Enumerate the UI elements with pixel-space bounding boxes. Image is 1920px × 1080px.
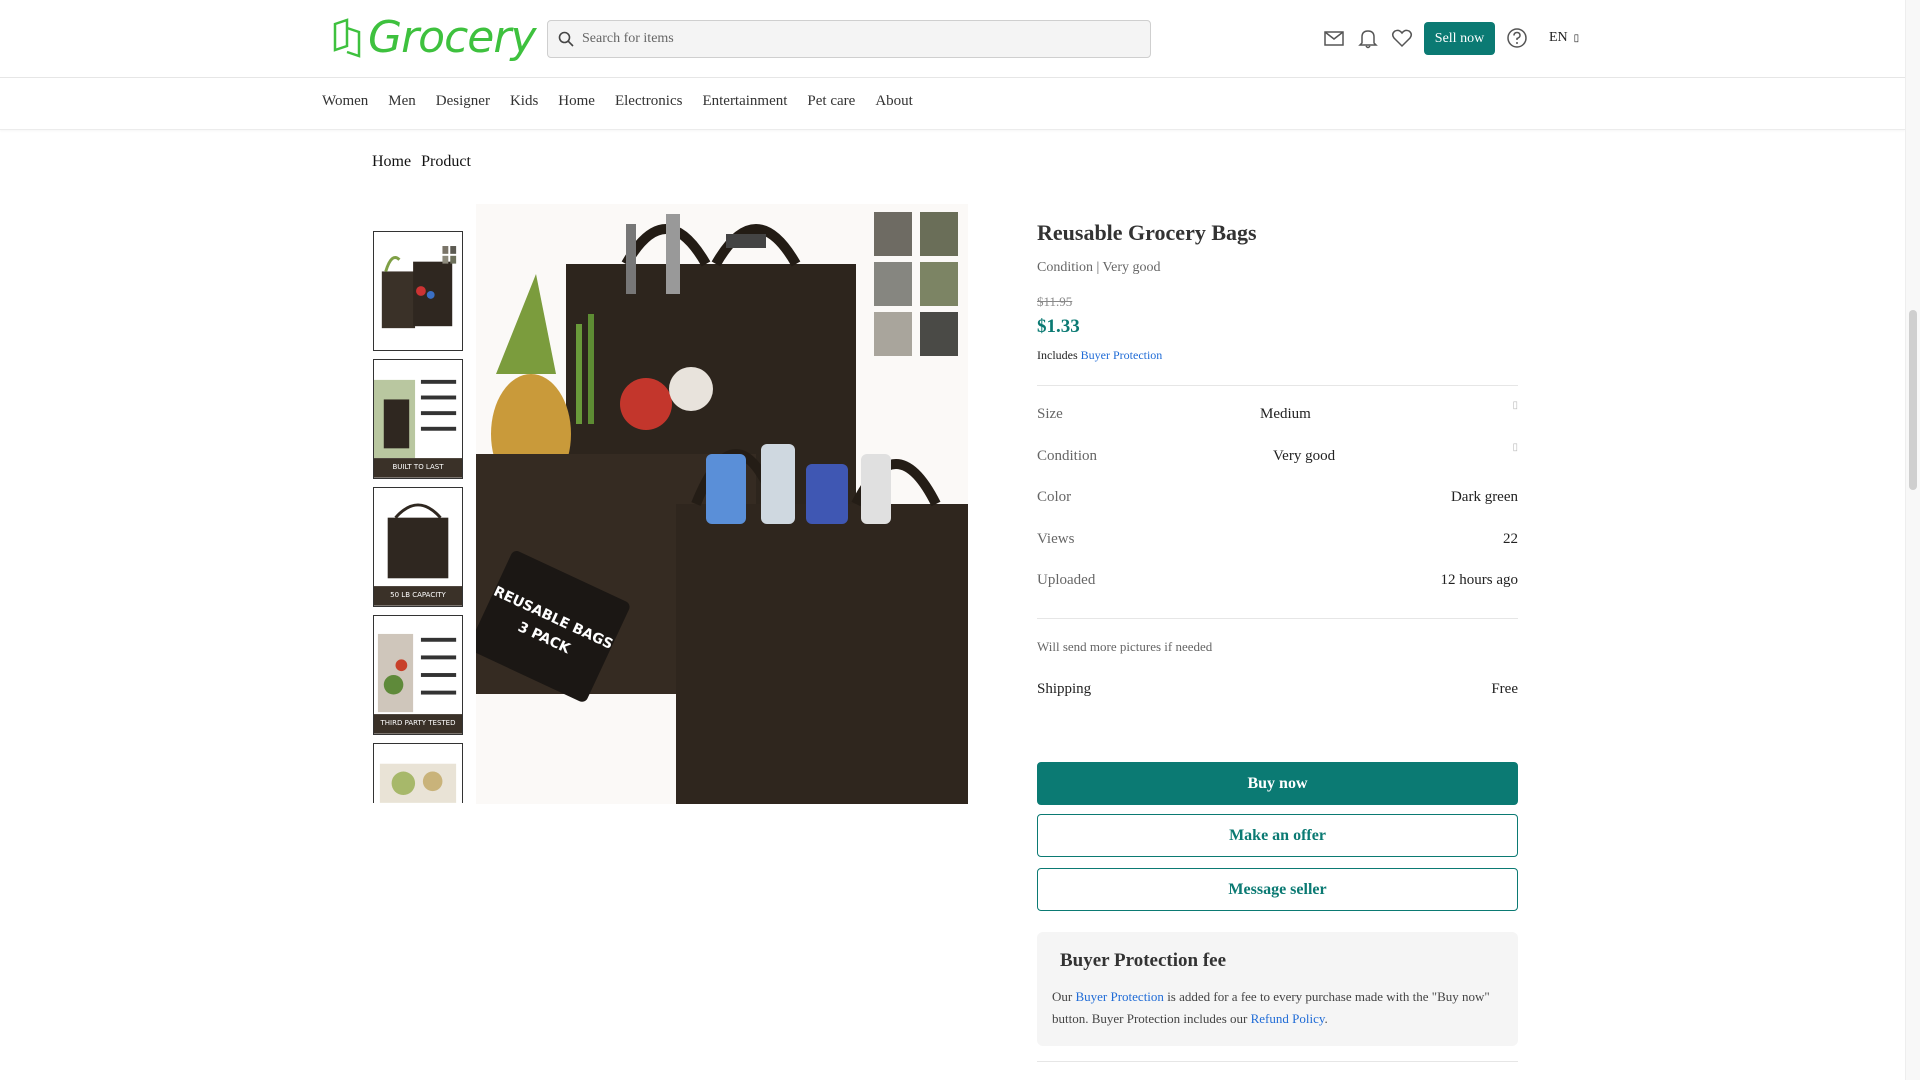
nav-item-electronics[interactable]: Electronics	[615, 93, 682, 110]
breadcrumb-current: Product	[421, 153, 471, 170]
current-price: $1.33	[1037, 316, 1080, 337]
sell-now-button[interactable]: Sell now	[1424, 22, 1495, 55]
product-details: Reusable Grocery Bags Condition | Very g…	[1037, 220, 1518, 911]
scrollbar-thumb[interactable]	[1909, 310, 1917, 490]
attribute-row-condition: Condition Very good ▯	[1037, 442, 1518, 488]
bp-text-end: .	[1324, 1011, 1328, 1026]
attribute-key: Views	[1037, 530, 1075, 547]
nav-item-about[interactable]: About	[875, 93, 913, 110]
thumbnail-4-image	[374, 616, 462, 734]
bp-text-pre: Our	[1052, 989, 1073, 1004]
grocery-bags-photo: REUSABLE BAGS 3 PACK	[476, 204, 968, 804]
make-offer-button[interactable]: Make an offer	[1037, 814, 1518, 857]
thumbnail-3[interactable]: 50 LB CAPACITY	[373, 487, 463, 607]
top-header: Grocery Sell now EN ▯	[0, 0, 1905, 78]
breadcrumb: Home Product	[372, 153, 471, 171]
nav-item-men[interactable]: Men	[388, 93, 416, 110]
nav-item-home[interactable]: Home	[558, 93, 595, 110]
buyer-protection-box: Buyer Protection fee Our Buyer Protectio…	[1037, 932, 1518, 1046]
page-scrollbar[interactable]	[1905, 0, 1920, 1080]
search-box[interactable]	[547, 20, 1151, 58]
thumbnail-3-caption: 50 LB CAPACITY	[390, 591, 446, 599]
main-product-image[interactable]: REUSABLE BAGS 3 PACK	[476, 204, 968, 804]
logo-text: Grocery	[368, 12, 536, 63]
attribute-key: Color	[1037, 489, 1072, 505]
info-icon[interactable]: ▯	[1512, 442, 1518, 453]
thumbnail-3-image	[374, 488, 462, 606]
shipping-value: Free	[1491, 680, 1518, 697]
refund-policy-link[interactable]: Refund Policy	[1251, 1011, 1325, 1026]
attribute-row-size: Size Medium ▯	[1037, 400, 1518, 446]
mail-icon[interactable]	[1323, 27, 1345, 49]
attribute-row-uploaded: Uploaded 12 hours ago	[1037, 570, 1518, 612]
search-icon	[558, 31, 574, 47]
attribute-value: Medium	[1260, 406, 1311, 422]
attribute-key: Size	[1037, 406, 1063, 422]
search-input[interactable]	[582, 31, 1142, 47]
attribute-value: Dark green	[1450, 489, 1518, 505]
info-icon[interactable]: ▯	[1512, 400, 1518, 411]
condition-summary: Condition | Very good	[1037, 260, 1161, 275]
chevron-down-icon: ▯	[1573, 32, 1580, 44]
heart-icon[interactable]	[1391, 27, 1413, 49]
buyer-protection-link[interactable]: Buyer Protection	[1081, 348, 1163, 362]
thumbnail-1[interactable]	[373, 231, 463, 351]
bell-icon[interactable]	[1357, 27, 1379, 49]
nav-item-women[interactable]: Women	[322, 93, 368, 110]
thumbnail-2-image	[374, 360, 462, 478]
logo[interactable]: Grocery	[332, 12, 536, 63]
attribute-key: Condition	[1037, 447, 1098, 464]
attribute-value: 12 hours ago	[1440, 572, 1519, 588]
buyer-protection-title: Buyer Protection fee	[1052, 950, 1503, 972]
thumbnail-4[interactable]: THIRD PARTY TESTED	[373, 615, 463, 735]
item-description: Will send more pictures if needed	[1037, 617, 1518, 655]
includes-text: Includes	[1037, 348, 1078, 362]
attribute-list: Size Medium ▯ Condition Very good ▯ Colo…	[1037, 385, 1518, 612]
thumbnail-1-image	[374, 232, 462, 350]
divider	[1037, 1061, 1518, 1062]
includes-line: Includes Buyer Protection	[1037, 348, 1518, 363]
buyer-protection-text: Our Buyer Protection is added for a fee …	[1052, 986, 1503, 1030]
language-selector[interactable]: EN ▯	[1549, 30, 1579, 46]
language-label: EN	[1549, 30, 1568, 45]
message-seller-button[interactable]: Message seller	[1037, 868, 1518, 911]
thumbnail-5-image	[374, 744, 462, 803]
original-price: $11.95	[1037, 294, 1073, 309]
thumbnail-4-caption: THIRD PARTY TESTED	[380, 719, 456, 727]
logo-icon	[333, 17, 361, 58]
breadcrumb-home[interactable]: Home	[372, 153, 411, 171]
shipping-label: Shipping	[1037, 680, 1092, 697]
help-icon[interactable]	[1506, 27, 1528, 49]
buyer-protection-heading: Buyer Protection fee	[1060, 950, 1227, 971]
attribute-row-color: Color Dark green	[1037, 487, 1518, 529]
buy-now-button[interactable]: Buy now	[1037, 762, 1518, 805]
nav-item-designer[interactable]: Designer	[436, 93, 490, 110]
nav-item-pet-care[interactable]: Pet care	[807, 93, 855, 110]
shipping-row: Shipping Free	[1037, 681, 1518, 711]
category-nav: Women Men Designer Kids Home Electronics…	[0, 78, 1905, 130]
thumbnail-2[interactable]: BUILT TO LAST	[373, 359, 463, 479]
thumbnail-2-caption: BUILT TO LAST	[392, 463, 444, 471]
attribute-value: Very good	[1273, 447, 1336, 464]
thumbnail-5[interactable]	[373, 743, 463, 803]
nav-item-entertainment[interactable]: Entertainment	[702, 93, 787, 110]
attribute-row-views: Views 22	[1037, 529, 1518, 571]
product-title: Reusable Grocery Bags	[1037, 220, 1257, 245]
buyer-protection-link-2[interactable]: Buyer Protection	[1075, 989, 1163, 1004]
attribute-value: 22	[1503, 530, 1518, 547]
attribute-key: Uploaded	[1037, 572, 1096, 588]
nav-item-kids[interactable]: Kids	[510, 93, 538, 110]
